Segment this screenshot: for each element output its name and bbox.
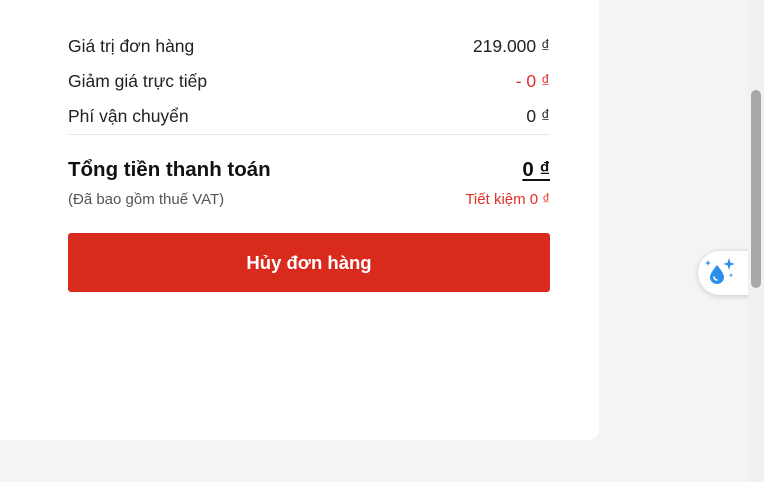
- vat-row: (Đã bao gồm thuế VAT) Tiết kiệm 0 ₫: [68, 191, 550, 208]
- vat-note: (Đã bao gồm thuế VAT): [68, 191, 225, 208]
- order-summary-card: Giá trị đơn hàng 219.000 ₫ Giảm giá trực…: [0, 0, 599, 440]
- order-value-amount: 219.000 ₫: [472, 36, 550, 56]
- discount-amount: - 0 ₫: [515, 71, 550, 91]
- sparkle-droplet-icon: [704, 256, 738, 291]
- discount-row: Giảm giá trực tiếp - 0 ₫: [68, 71, 550, 92]
- total-label: Tổng tiền thanh toán: [68, 158, 271, 181]
- shipping-row: Phí vận chuyển 0 ₫: [68, 106, 550, 127]
- scrollbar-thumb[interactable]: [751, 90, 761, 288]
- summary-divider: [68, 134, 550, 135]
- shipping-amount: 0 ₫: [526, 106, 550, 126]
- discount-label: Giảm giá trực tiếp: [68, 71, 208, 91]
- total-amount: 0 ₫: [522, 158, 550, 181]
- order-value-row: Giá trị đơn hàng 219.000 ₫: [68, 36, 550, 57]
- cancel-order-button[interactable]: Hủy đơn hàng: [68, 233, 550, 292]
- total-row: Tổng tiền thanh toán 0 ₫: [68, 158, 550, 182]
- shipping-label: Phí vận chuyển: [68, 106, 189, 126]
- saving-amount: Tiết kiệm 0 ₫: [465, 191, 550, 208]
- order-value-label: Giá trị đơn hàng: [68, 36, 195, 56]
